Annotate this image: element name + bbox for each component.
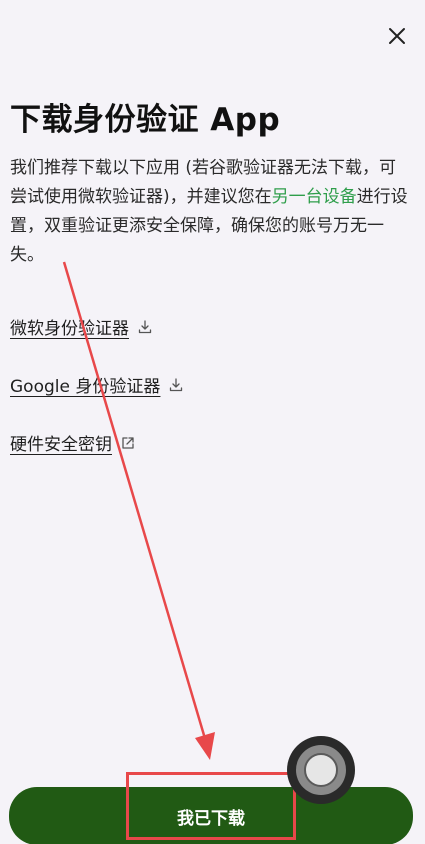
floating-assistive-button[interactable] <box>287 736 355 804</box>
another-device-link[interactable]: 另一台设备 <box>272 187 357 207</box>
link-label: 微软身份验证器 <box>10 319 129 339</box>
close-button[interactable] <box>385 24 409 48</box>
hardware-security-key-link[interactable]: 硬件安全密钥 <box>10 430 136 455</box>
download-icon <box>137 319 153 335</box>
floating-button-core <box>304 753 338 787</box>
close-icon <box>389 28 405 44</box>
downloaded-button-label: 我已下载 <box>177 808 245 829</box>
page-title: 下载身份验证 App <box>10 102 281 138</box>
floating-button-ring <box>296 745 346 795</box>
link-label: 硬件安全密钥 <box>10 435 112 455</box>
microsoft-authenticator-link[interactable]: 微软身份验证器 <box>10 314 153 339</box>
google-authenticator-link[interactable]: Google 身份验证器 <box>10 372 184 397</box>
downloaded-button[interactable]: 我已下载 <box>9 787 413 844</box>
link-label: Google 身份验证器 <box>10 377 161 397</box>
download-icon <box>168 377 184 393</box>
description-text: 我们推荐下载以下应用 (若谷歌验证器无法下载，可尝试使用微软验证器)，并建议您在… <box>10 154 408 270</box>
external-link-icon <box>120 435 136 451</box>
